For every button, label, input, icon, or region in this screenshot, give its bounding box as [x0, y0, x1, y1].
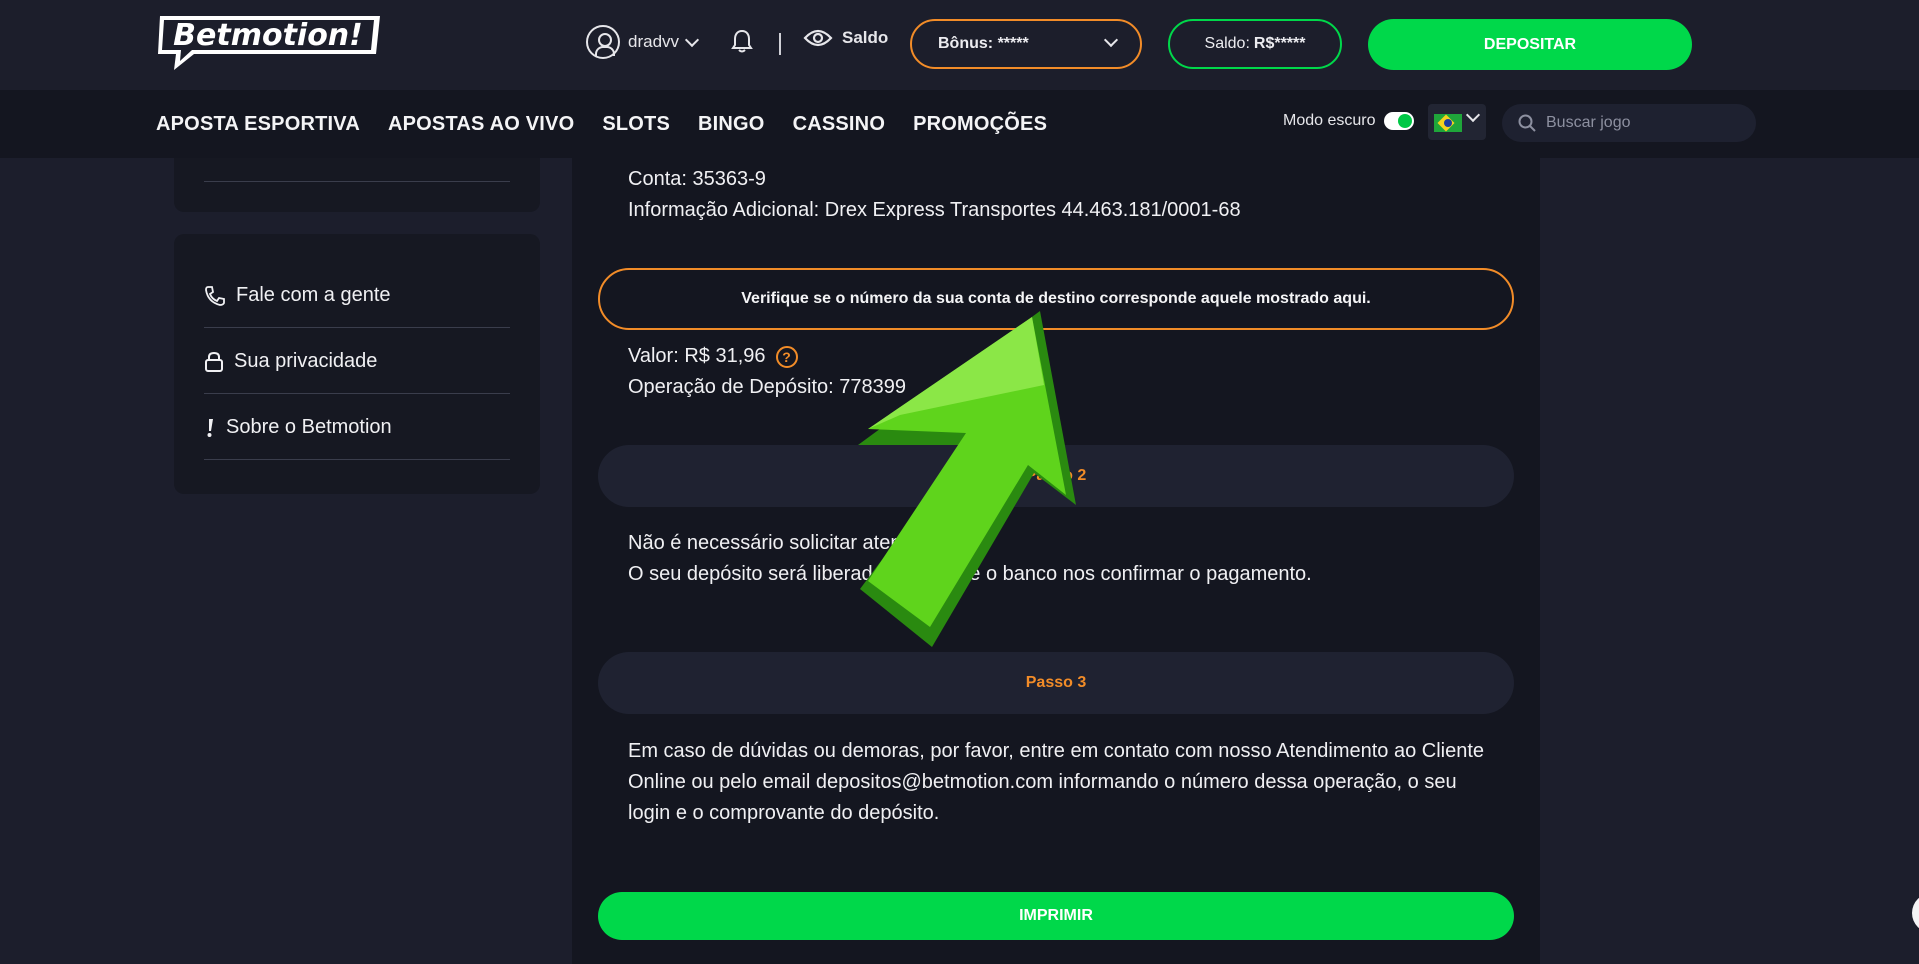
step-3-line-2: Online ou pelo email depositos@betmotion…: [628, 771, 1457, 793]
nav-item-aposta-esportiva[interactable]: APOSTA ESPORTIVA: [156, 113, 360, 136]
game-search: [1502, 104, 1756, 142]
account-number: Conta: 35363-9: [628, 168, 766, 190]
search-icon: [1518, 114, 1536, 132]
eye-icon: [803, 29, 833, 47]
bonus-dropdown[interactable]: Bônus: *****: [910, 19, 1142, 69]
nav-item-promocoes[interactable]: PROMOÇÕES: [913, 113, 1047, 136]
step-3-line-3: login e o comprovante do depósito.: [628, 802, 940, 824]
username: dradvv: [628, 32, 680, 51]
print-button[interactable]: IMPRIMIR: [598, 892, 1514, 940]
chat-widget-button[interactable]: [1912, 893, 1919, 933]
highlight-arrow-icon: [858, 311, 1076, 647]
header-divider: [779, 33, 781, 55]
dark-mode-label: Modo escuro: [1283, 112, 1376, 129]
brazil-flag-icon: [1434, 114, 1462, 132]
dark-mode-toggle[interactable]: [1383, 112, 1414, 130]
step-3-header: Passo 3: [598, 652, 1514, 714]
deposit-value: Valor: R$ 31,96: [628, 345, 766, 367]
user-avatar-icon: [586, 25, 620, 59]
sidebar-item-label: Sobre o Betmotion: [226, 416, 392, 438]
saldo-label: Saldo:: [1204, 35, 1250, 52]
show-balance-toggle[interactable]: Saldo: [803, 28, 888, 48]
nav-item-bingo[interactable]: BINGO: [698, 113, 765, 136]
user-menu[interactable]: dradvv: [586, 24, 700, 60]
step-3-line-1: Em caso de dúvidas ou demoras, por favor…: [628, 740, 1485, 762]
sidebar-item-contact[interactable]: Fale com a gente: [204, 264, 510, 328]
additional-info: Informação Adicional: Drex Express Trans…: [628, 199, 1241, 221]
nav-item-slots[interactable]: SLOTS: [602, 113, 670, 136]
logo-text: Betmotion!: [173, 18, 363, 53]
deposit-button[interactable]: DEPOSITAR: [1368, 19, 1692, 70]
balance-display[interactable]: Saldo: R$*****: [1168, 19, 1342, 69]
bell-icon[interactable]: [730, 28, 754, 54]
nav-item-cassino[interactable]: CASSINO: [793, 113, 886, 136]
deposit-value-row: Valor: R$ 31,96?: [628, 345, 798, 368]
sidebar-item-label: Fale com a gente: [236, 284, 391, 306]
sidebar-card-top: [174, 158, 540, 212]
sidebar-support-card: Fale com a gente Sua privacidade Sobre o…: [174, 234, 540, 494]
chevron-down-icon: [684, 32, 700, 48]
bonus-label: Bônus:: [938, 35, 994, 52]
top-header: Betmotion! dradvv Saldo Bônus: ***** Sal…: [0, 0, 1919, 90]
lock-icon: [205, 351, 223, 372]
phone-icon: [205, 285, 225, 306]
search-input[interactable]: [1546, 114, 1726, 132]
nav-links: APOSTA ESPORTIVA APOSTAS AO VIVO SLOTS B…: [156, 90, 1047, 158]
language-selector[interactable]: [1428, 104, 1486, 140]
bonus-value: *****: [997, 35, 1029, 52]
divider: [204, 181, 510, 182]
saldo-value: R$*****: [1253, 35, 1306, 52]
help-icon[interactable]: ?: [775, 345, 798, 368]
betmotion-logo[interactable]: Betmotion!: [156, 14, 384, 72]
exclamation-icon: [207, 418, 213, 437]
nav-item-apostas-ao-vivo[interactable]: APOSTAS AO VIVO: [388, 113, 574, 136]
chevron-down-icon: [1465, 107, 1481, 123]
sidebar-item-privacy[interactable]: Sua privacidade: [204, 330, 510, 394]
saldo-toggle-label: Saldo: [842, 28, 889, 47]
dark-mode-switch: Modo escuro: [1283, 112, 1414, 130]
chevron-down-icon: [1103, 32, 1119, 48]
sidebar-item-about[interactable]: Sobre o Betmotion: [204, 396, 510, 460]
sidebar-item-label: Sua privacidade: [234, 350, 378, 372]
